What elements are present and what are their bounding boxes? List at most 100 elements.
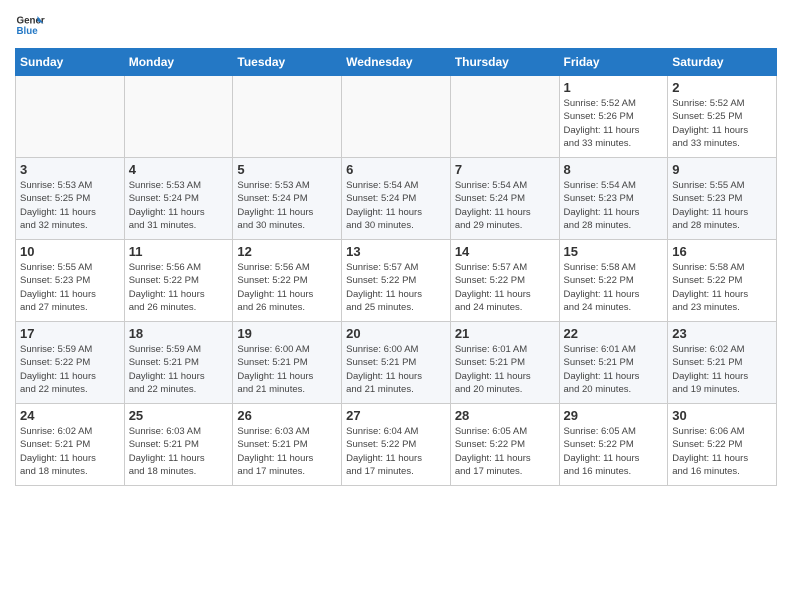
day-info: Sunrise: 6:01 AM Sunset: 5:21 PM Dayligh… <box>564 343 664 396</box>
day-info: Sunrise: 6:02 AM Sunset: 5:21 PM Dayligh… <box>672 343 772 396</box>
day-info: Sunrise: 5:54 AM Sunset: 5:24 PM Dayligh… <box>455 179 555 232</box>
day-number: 22 <box>564 326 664 341</box>
calendar-cell: 19 Sunrise: 6:00 AM Sunset: 5:21 PM Dayli… <box>233 322 342 404</box>
day-number: 16 <box>672 244 772 259</box>
calendar-cell: 23 Sunrise: 6:02 AM Sunset: 5:21 PM Dayli… <box>668 322 777 404</box>
calendar-week-row: 1Sunrise: 5:52 AM Sunset: 5:26 PM Daylig… <box>16 76 777 158</box>
calendar-cell: 22 Sunrise: 6:01 AM Sunset: 5:21 PM Dayli… <box>559 322 668 404</box>
svg-text:Blue: Blue <box>17 26 39 37</box>
day-number: 7 <box>455 162 555 177</box>
day-info: Sunrise: 5:59 AM Sunset: 5:22 PM Dayligh… <box>20 343 120 396</box>
day-info: Sunrise: 5:54 AM Sunset: 5:24 PM Dayligh… <box>346 179 446 232</box>
day-number: 2 <box>672 80 772 95</box>
day-number: 14 <box>455 244 555 259</box>
day-number: 15 <box>564 244 664 259</box>
day-info: Sunrise: 5:53 AM Sunset: 5:24 PM Dayligh… <box>237 179 337 232</box>
day-info: Sunrise: 5:58 AM Sunset: 5:22 PM Dayligh… <box>564 261 664 314</box>
calendar-cell: 18 Sunrise: 5:59 AM Sunset: 5:21 PM Dayli… <box>124 322 233 404</box>
day-number: 1 <box>564 80 664 95</box>
calendar-cell: 14 Sunrise: 5:57 AM Sunset: 5:22 PM Dayli… <box>450 240 559 322</box>
day-info: Sunrise: 5:53 AM Sunset: 5:25 PM Dayligh… <box>20 179 120 232</box>
calendar-header-tuesday: Tuesday <box>233 49 342 76</box>
day-info: Sunrise: 5:58 AM Sunset: 5:22 PM Dayligh… <box>672 261 772 314</box>
day-info: Sunrise: 5:56 AM Sunset: 5:22 PM Dayligh… <box>129 261 229 314</box>
calendar-cell <box>450 76 559 158</box>
calendar-week-row: 17 Sunrise: 5:59 AM Sunset: 5:22 PM Dayli… <box>16 322 777 404</box>
calendar-table: SundayMondayTuesdayWednesdayThursdayFrid… <box>15 48 777 486</box>
day-number: 26 <box>237 408 337 423</box>
calendar-cell: 28 Sunrise: 6:05 AM Sunset: 5:22 PM Dayli… <box>450 404 559 486</box>
calendar-cell: 17 Sunrise: 5:59 AM Sunset: 5:22 PM Dayli… <box>16 322 125 404</box>
day-info: Sunrise: 6:04 AM Sunset: 5:22 PM Dayligh… <box>346 425 446 478</box>
calendar-cell: 5 Sunrise: 5:53 AM Sunset: 5:24 PM Daylig… <box>233 158 342 240</box>
calendar-header-friday: Friday <box>559 49 668 76</box>
day-info: Sunrise: 6:03 AM Sunset: 5:21 PM Dayligh… <box>129 425 229 478</box>
calendar-week-row: 24 Sunrise: 6:02 AM Sunset: 5:21 PM Dayli… <box>16 404 777 486</box>
day-number: 28 <box>455 408 555 423</box>
calendar-cell: 13 Sunrise: 5:57 AM Sunset: 5:22 PM Dayli… <box>342 240 451 322</box>
day-number: 19 <box>237 326 337 341</box>
calendar-cell: 1Sunrise: 5:52 AM Sunset: 5:26 PM Daylig… <box>559 76 668 158</box>
day-info: Sunrise: 5:57 AM Sunset: 5:22 PM Dayligh… <box>455 261 555 314</box>
day-info: Sunrise: 5:55 AM Sunset: 5:23 PM Dayligh… <box>672 179 772 232</box>
calendar-cell: 15 Sunrise: 5:58 AM Sunset: 5:22 PM Dayli… <box>559 240 668 322</box>
calendar-cell: 27 Sunrise: 6:04 AM Sunset: 5:22 PM Dayli… <box>342 404 451 486</box>
day-info: Sunrise: 6:05 AM Sunset: 5:22 PM Dayligh… <box>564 425 664 478</box>
day-info: Sunrise: 6:06 AM Sunset: 5:22 PM Dayligh… <box>672 425 772 478</box>
day-number: 10 <box>20 244 120 259</box>
day-info: Sunrise: 5:53 AM Sunset: 5:24 PM Dayligh… <box>129 179 229 232</box>
day-number: 4 <box>129 162 229 177</box>
calendar-header-wednesday: Wednesday <box>342 49 451 76</box>
day-info: Sunrise: 6:05 AM Sunset: 5:22 PM Dayligh… <box>455 425 555 478</box>
day-number: 18 <box>129 326 229 341</box>
day-number: 23 <box>672 326 772 341</box>
day-info: Sunrise: 6:01 AM Sunset: 5:21 PM Dayligh… <box>455 343 555 396</box>
calendar-cell <box>233 76 342 158</box>
day-number: 24 <box>20 408 120 423</box>
day-number: 6 <box>346 162 446 177</box>
calendar-header-monday: Monday <box>124 49 233 76</box>
day-number: 20 <box>346 326 446 341</box>
day-info: Sunrise: 6:00 AM Sunset: 5:21 PM Dayligh… <box>237 343 337 396</box>
calendar-cell: 6 Sunrise: 5:54 AM Sunset: 5:24 PM Daylig… <box>342 158 451 240</box>
calendar-header-saturday: Saturday <box>668 49 777 76</box>
day-number: 17 <box>20 326 120 341</box>
calendar-header-sunday: Sunday <box>16 49 125 76</box>
day-info: Sunrise: 6:03 AM Sunset: 5:21 PM Dayligh… <box>237 425 337 478</box>
day-number: 29 <box>564 408 664 423</box>
calendar-body: 1Sunrise: 5:52 AM Sunset: 5:26 PM Daylig… <box>16 76 777 486</box>
day-info: Sunrise: 5:52 AM Sunset: 5:25 PM Dayligh… <box>672 97 772 150</box>
calendar-cell <box>16 76 125 158</box>
day-number: 11 <box>129 244 229 259</box>
calendar-cell: 29 Sunrise: 6:05 AM Sunset: 5:22 PM Dayli… <box>559 404 668 486</box>
calendar-cell: 26 Sunrise: 6:03 AM Sunset: 5:21 PM Dayli… <box>233 404 342 486</box>
calendar-cell <box>124 76 233 158</box>
calendar-cell: 30 Sunrise: 6:06 AM Sunset: 5:22 PM Dayli… <box>668 404 777 486</box>
day-number: 8 <box>564 162 664 177</box>
day-info: Sunrise: 6:00 AM Sunset: 5:21 PM Dayligh… <box>346 343 446 396</box>
calendar-cell: 2 Sunrise: 5:52 AM Sunset: 5:25 PM Daylig… <box>668 76 777 158</box>
day-info: Sunrise: 6:02 AM Sunset: 5:21 PM Dayligh… <box>20 425 120 478</box>
calendar-cell: 12Sunrise: 5:56 AM Sunset: 5:22 PM Dayli… <box>233 240 342 322</box>
day-number: 30 <box>672 408 772 423</box>
calendar-cell: 10Sunrise: 5:55 AM Sunset: 5:23 PM Dayli… <box>16 240 125 322</box>
calendar-cell: 8Sunrise: 5:54 AM Sunset: 5:23 PM Daylig… <box>559 158 668 240</box>
day-number: 25 <box>129 408 229 423</box>
day-info: Sunrise: 5:56 AM Sunset: 5:22 PM Dayligh… <box>237 261 337 314</box>
calendar-week-row: 3 Sunrise: 5:53 AM Sunset: 5:25 PM Daylig… <box>16 158 777 240</box>
calendar-cell: 3 Sunrise: 5:53 AM Sunset: 5:25 PM Daylig… <box>16 158 125 240</box>
calendar-cell: 4 Sunrise: 5:53 AM Sunset: 5:24 PM Daylig… <box>124 158 233 240</box>
day-number: 5 <box>237 162 337 177</box>
day-number: 13 <box>346 244 446 259</box>
day-info: Sunrise: 5:57 AM Sunset: 5:22 PM Dayligh… <box>346 261 446 314</box>
calendar-cell: 21 Sunrise: 6:01 AM Sunset: 5:21 PM Dayli… <box>450 322 559 404</box>
day-number: 27 <box>346 408 446 423</box>
calendar-cell <box>342 76 451 158</box>
calendar-cell: 16 Sunrise: 5:58 AM Sunset: 5:22 PM Dayli… <box>668 240 777 322</box>
day-number: 21 <box>455 326 555 341</box>
calendar-cell: 7 Sunrise: 5:54 AM Sunset: 5:24 PM Daylig… <box>450 158 559 240</box>
logo-icon: General Blue <box>15 10 45 40</box>
day-number: 3 <box>20 162 120 177</box>
calendar-week-row: 10Sunrise: 5:55 AM Sunset: 5:23 PM Dayli… <box>16 240 777 322</box>
day-info: Sunrise: 5:59 AM Sunset: 5:21 PM Dayligh… <box>129 343 229 396</box>
